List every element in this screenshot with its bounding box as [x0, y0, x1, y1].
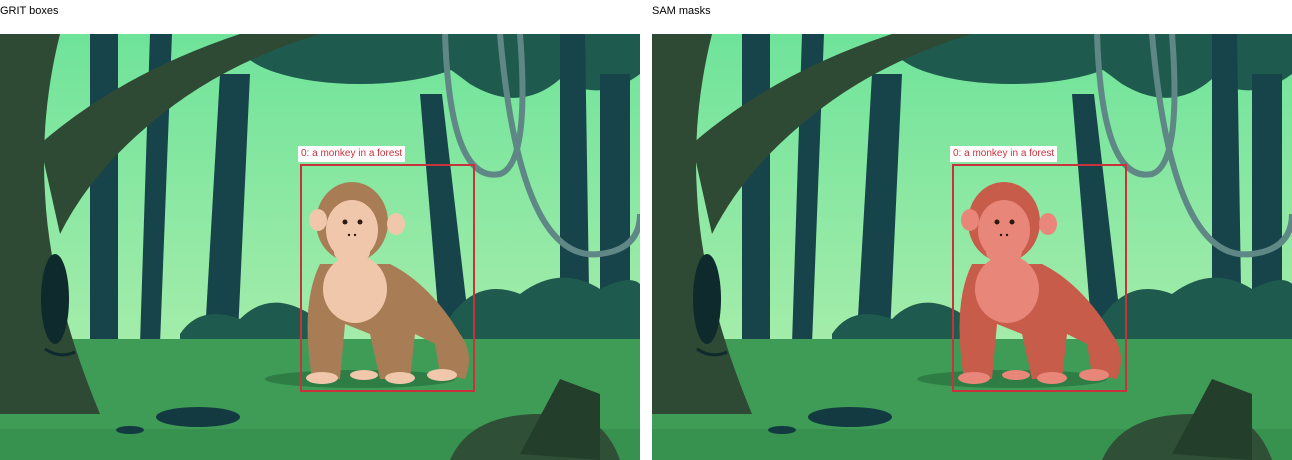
detection-label-0: 0: a monkey in a forest [950, 146, 1058, 162]
left-panel-title: GRIT boxes [0, 5, 59, 17]
bounding-box-0 [300, 164, 475, 392]
sam-masks-panel: 0: a monkey in a forest [652, 34, 1292, 460]
bounding-box-0 [952, 164, 1127, 392]
grit-boxes-panel: 0: a monkey in a forest [0, 34, 640, 460]
right-panel-title: SAM masks [652, 5, 711, 17]
detection-label-0: 0: a monkey in a forest [298, 146, 406, 162]
